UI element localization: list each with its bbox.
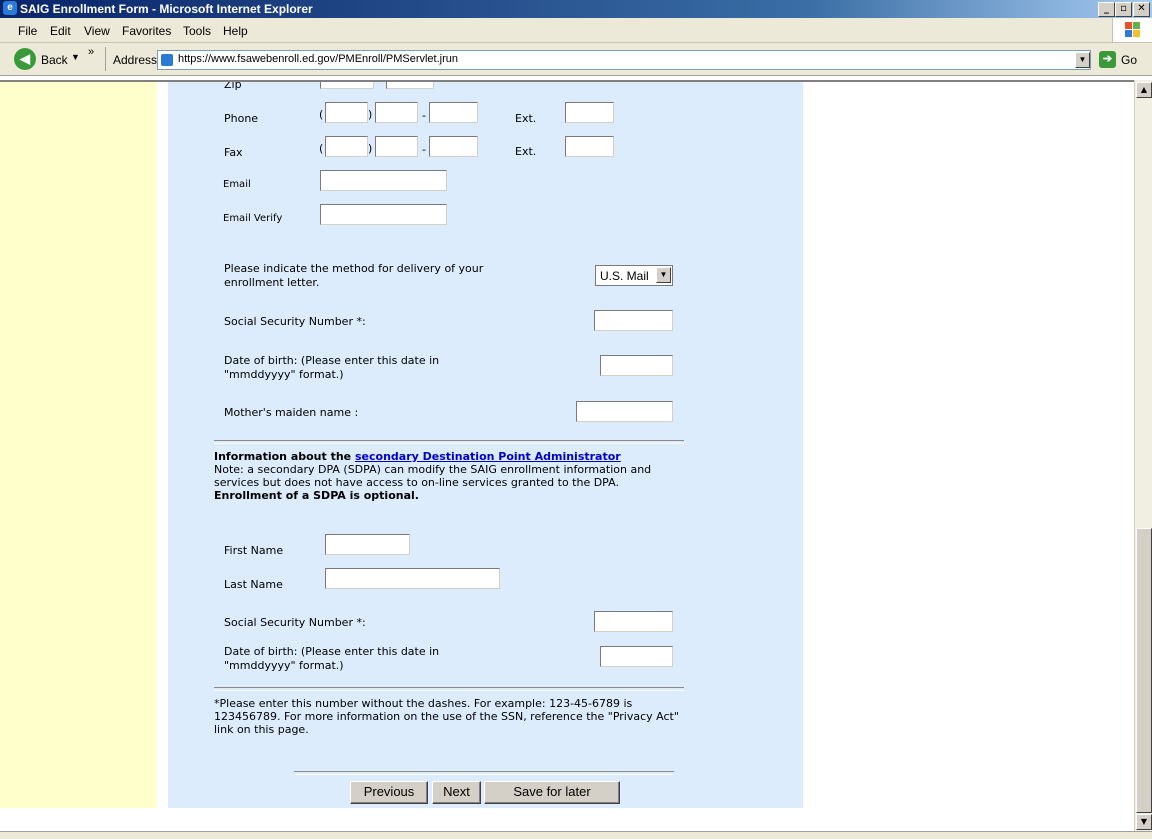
- ssn-input[interactable]: [594, 310, 673, 331]
- back-button-label[interactable]: Back: [41, 53, 68, 67]
- buttons-divider: [294, 771, 674, 775]
- chevron-down-icon[interactable]: ▼: [656, 267, 671, 283]
- email-input[interactable]: [320, 170, 447, 191]
- fax-prefix-input[interactable]: [375, 136, 418, 157]
- address-url[interactable]: https://www.fsawebenroll.ed.gov/PMEnroll…: [178, 53, 458, 65]
- go-arrow-icon[interactable]: ➔: [1099, 51, 1116, 68]
- phone-area-input[interactable]: [325, 102, 368, 123]
- secondary-dpa-note: Note: a secondary DPA (SDPA) can modify …: [214, 463, 652, 489]
- toolbar-divider: [105, 47, 106, 71]
- phone-paren-close: ): [368, 108, 373, 121]
- left-sidebar: [0, 82, 157, 808]
- sdpa-ssn-input[interactable]: [594, 611, 673, 632]
- menu-bar: File Edit View Favorites Tools Help: [0, 18, 1152, 43]
- menu-favorites[interactable]: Favorites: [122, 24, 171, 38]
- phone-ext-input[interactable]: [565, 102, 614, 123]
- scroll-up-icon[interactable]: ▲: [1136, 82, 1152, 98]
- secondary-dpa-optional: Enrollment of a SDPA is optional.: [214, 489, 419, 502]
- back-arrow-icon[interactable]: ◀: [14, 48, 36, 70]
- maiden-name-label: Mother's maiden name :: [224, 406, 359, 419]
- ie-icon: e: [3, 1, 17, 15]
- sdpa-last-name-input[interactable]: [325, 568, 500, 589]
- go-button-label[interactable]: Go: [1121, 53, 1137, 67]
- phone-line-input[interactable]: [429, 102, 478, 123]
- back-dropdown-icon[interactable]: ▼: [71, 52, 80, 62]
- phone-dash: -: [422, 109, 426, 122]
- zip-ext-input[interactable]: [386, 82, 434, 89]
- maiden-name-input[interactable]: [576, 401, 673, 422]
- scrollbar-thumb[interactable]: [1136, 528, 1152, 813]
- footnote-divider: [214, 687, 684, 691]
- menu-edit[interactable]: Edit: [50, 24, 71, 38]
- zip-label: Zip: [224, 80, 242, 91]
- windows-logo-icon: [1112, 18, 1152, 42]
- fax-ext-label: Ext.: [515, 145, 537, 158]
- email-label: Email: [223, 179, 251, 190]
- delivery-method-select[interactable]: U.S. Mail ▼: [595, 265, 673, 286]
- menu-view[interactable]: View: [84, 24, 110, 38]
- close-button[interactable]: ✕: [1133, 2, 1150, 17]
- fax-line-input[interactable]: [429, 136, 478, 157]
- toolbar-overflow-icon[interactable]: »: [88, 46, 94, 58]
- save-for-later-button[interactable]: Save for later: [484, 781, 620, 804]
- phone-ext-label: Ext.: [515, 112, 537, 125]
- vertical-scrollbar[interactable]: ▲ ▼: [1134, 80, 1152, 831]
- secondary-dpa-info: Information about the secondary Destinat…: [214, 450, 684, 502]
- fax-area-input[interactable]: [325, 136, 368, 157]
- sdpa-first-name-label: First Name: [224, 544, 284, 557]
- sdpa-dob-label: Date of birth: (Please enter this date i…: [224, 645, 440, 672]
- menu-file[interactable]: File: [18, 24, 37, 38]
- page-icon: [161, 54, 173, 66]
- fax-paren-close: ): [368, 142, 373, 155]
- delivery-method-label: Please indicate the method for delivery …: [224, 262, 484, 289]
- section-divider: [214, 440, 684, 444]
- window-title: SAIG Enrollment Form - Microsoft Interne…: [20, 2, 313, 16]
- phone-paren-open: (: [319, 108, 324, 121]
- toolbar: ◀ Back ▼ » Address https://www.fsawebenr…: [0, 43, 1152, 76]
- next-button[interactable]: Next: [432, 781, 481, 804]
- maximize-button[interactable]: ▫: [1115, 2, 1132, 17]
- fax-dash: -: [422, 143, 426, 156]
- delivery-method-value: U.S. Mail: [600, 269, 649, 283]
- fax-paren-open: (: [319, 142, 324, 155]
- fax-label: Fax: [224, 146, 243, 159]
- phone-prefix-input[interactable]: [375, 102, 418, 123]
- title-bar: e SAIG Enrollment Form - Microsoft Inter…: [0, 0, 1152, 18]
- sdpa-ssn-label: Social Security Number *:: [224, 616, 366, 629]
- address-dropdown-icon[interactable]: ▼: [1075, 52, 1090, 68]
- email-verify-input[interactable]: [320, 204, 447, 225]
- fax-ext-input[interactable]: [565, 136, 614, 157]
- sdpa-dob-input[interactable]: [600, 646, 673, 667]
- minimize-button[interactable]: _: [1098, 2, 1115, 17]
- secondary-dpa-heading: Information about the secondary Destinat…: [214, 450, 684, 463]
- dob-input[interactable]: [600, 355, 673, 376]
- secondary-dpa-link[interactable]: secondary Destination Point Administrato…: [355, 450, 621, 463]
- form-panel: Zip Phone ( ) - Ext. Fax ( ) - Ext. Emai…: [168, 82, 803, 808]
- ssn-label: Social Security Number *:: [224, 315, 366, 328]
- dob-label: Date of birth: (Please enter this date i…: [224, 354, 440, 381]
- page-viewport: Zip Phone ( ) - Ext. Fax ( ) - Ext. Emai…: [0, 80, 1134, 833]
- secondary-dpa-heading-text: Information about the: [214, 450, 355, 463]
- phone-label: Phone: [224, 112, 259, 125]
- menu-help[interactable]: Help: [223, 24, 248, 38]
- ssn-footnote: *Please enter this number without the da…: [214, 697, 679, 736]
- sdpa-last-name-label: Last Name: [224, 578, 283, 591]
- address-label: Address: [113, 53, 158, 67]
- sdpa-first-name-input[interactable]: [325, 534, 410, 555]
- address-bar[interactable]: https://www.fsawebenroll.ed.gov/PMEnroll…: [157, 50, 1091, 70]
- zip-input[interactable]: [320, 82, 374, 89]
- menu-tools[interactable]: Tools: [183, 24, 211, 38]
- scroll-down-icon[interactable]: ▼: [1136, 814, 1152, 830]
- email-verify-label: Email Verify: [223, 213, 283, 224]
- previous-button[interactable]: Previous: [350, 781, 428, 804]
